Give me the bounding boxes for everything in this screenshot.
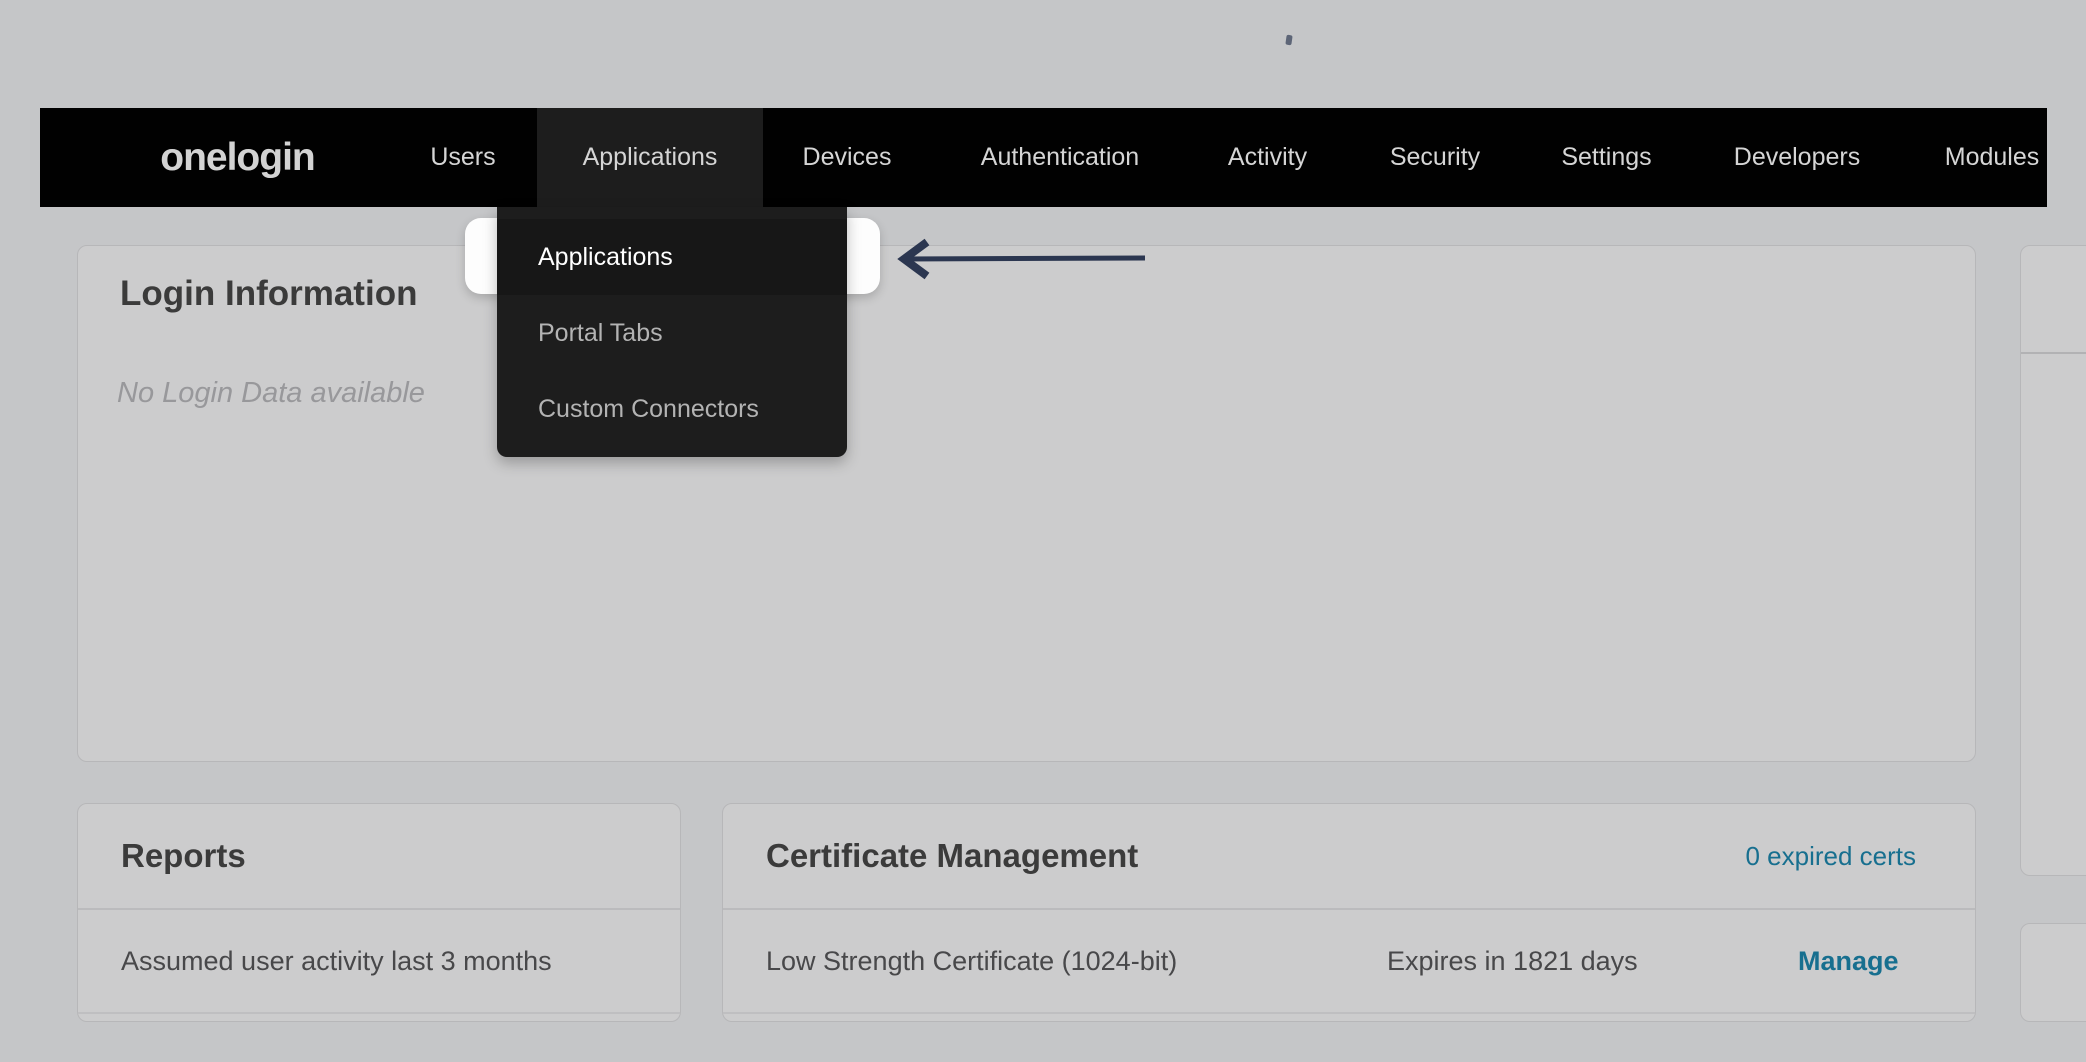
manage-certificate-link[interactable]: Manage	[1798, 946, 1899, 977]
partial-card-right-bottom	[2020, 923, 2086, 1022]
certificate-row: Low Strength Certificate (1024-bit) Expi…	[723, 910, 1975, 1014]
certificate-name: Low Strength Certificate (1024-bit)	[766, 946, 1177, 977]
partial-card-right-top	[2020, 245, 2086, 876]
login-information-title: Login Information	[120, 274, 1933, 314]
reports-title: Reports	[121, 837, 621, 875]
nav-item-settings[interactable]: Settings	[1548, 108, 1665, 207]
certificate-expiry: Expires in 1821 days	[1387, 946, 1638, 977]
login-information-card: Login Information No Login Data availabl…	[77, 245, 1976, 762]
nav-item-authentication[interactable]: Authentication	[955, 108, 1165, 207]
dropdown-item-applications[interactable]: Applications	[497, 219, 847, 295]
nav-item-applications[interactable]: Applications	[537, 108, 763, 207]
nav-item-users[interactable]: Users	[403, 108, 523, 207]
certificate-management-card: Certificate Management 0 expired certs L…	[722, 803, 1976, 1022]
dropdown-item-custom-connectors[interactable]: Custom Connectors	[497, 371, 847, 447]
nav-item-security[interactable]: Security	[1377, 108, 1493, 207]
reports-card: Reports Assumed user activity last 3 mon…	[77, 803, 681, 1022]
onelogin-admin-dashboard: onelogin Users Applications Devices Auth…	[0, 0, 2086, 1062]
no-login-data-message: No Login Data available	[117, 377, 1933, 410]
report-row-label: Assumed user activity last 3 months	[121, 946, 552, 977]
divider	[2021, 352, 2086, 354]
certificate-card-header: Certificate Management 0 expired certs	[723, 804, 1975, 910]
top-navbar: onelogin Users Applications Devices Auth…	[40, 108, 2047, 207]
expired-certs-link[interactable]: 0 expired certs	[1745, 841, 1916, 872]
certificate-management-title: Certificate Management	[766, 837, 1745, 875]
nav-item-devices[interactable]: Devices	[785, 108, 909, 207]
dropdown-item-portal-tabs[interactable]: Portal Tabs	[497, 295, 847, 371]
reports-card-header: Reports	[78, 804, 680, 910]
nav-item-activity[interactable]: Activity	[1210, 108, 1325, 207]
cursor-artifact-mark	[1285, 35, 1292, 46]
nav-item-developers[interactable]: Developers	[1723, 108, 1871, 207]
applications-dropdown-menu: Applications Portal Tabs Custom Connecto…	[497, 207, 847, 457]
report-list-item[interactable]: Assumed user activity last 3 months	[78, 910, 680, 1014]
onelogin-logo[interactable]: onelogin	[140, 108, 335, 207]
annotation-arrow-icon	[897, 238, 1149, 280]
nav-item-modules[interactable]: Modules	[1934, 108, 2050, 207]
